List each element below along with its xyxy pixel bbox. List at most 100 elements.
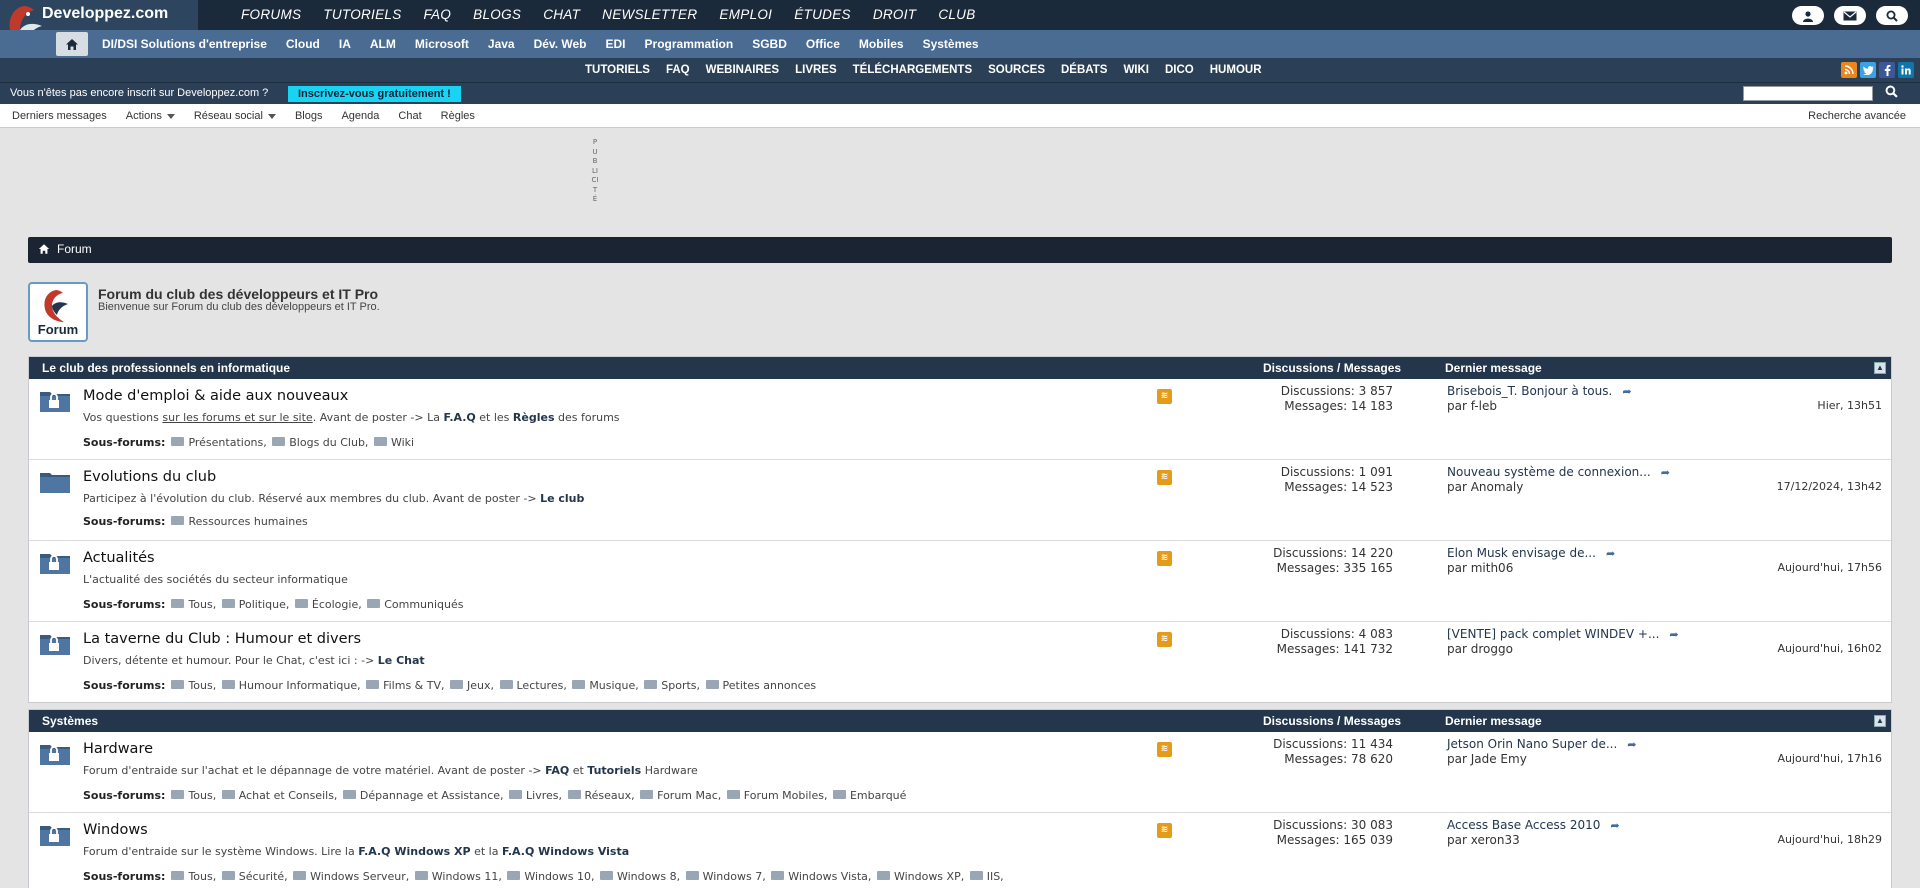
facebook-icon[interactable] (1879, 62, 1895, 78)
rss-icon[interactable]: ≋ (1157, 389, 1172, 404)
toolbar-rules[interactable]: Règles (441, 104, 475, 128)
subforum-link[interactable]: Réseaux, (567, 789, 635, 802)
subforum-link[interactable]: Communiqués (367, 598, 464, 611)
nav-faq[interactable]: FAQ (424, 0, 452, 30)
forum-title[interactable]: La taverne du Club : Humour et divers (83, 631, 361, 647)
subforum-link[interactable]: Sécurité, (221, 870, 288, 883)
subforum-link[interactable]: Tous, (171, 679, 216, 692)
nav-forums[interactable]: FORUMS (241, 0, 301, 30)
subforum-link[interactable]: Windows 8, (599, 870, 680, 883)
nav-newsletter[interactable]: NEWSLETTER (602, 0, 697, 30)
subnav-programmation[interactable]: Programmation (645, 30, 734, 58)
subforum-link[interactable]: Wiki (373, 436, 414, 449)
thirdnav-debats[interactable]: DÉBATS (1061, 58, 1107, 82)
subnav-alm[interactable]: ALM (370, 30, 396, 58)
subforum-link[interactable]: Windows 7, (685, 870, 766, 883)
subforum-link[interactable]: Lectures, (499, 679, 567, 692)
thirdnav-livres[interactable]: LIVRES (795, 58, 837, 82)
thirdnav-humour[interactable]: HUMOUR (1210, 58, 1262, 82)
subforum-link[interactable]: Tous, (171, 789, 216, 802)
thirdnav-sources[interactable]: SOURCES (988, 58, 1045, 82)
last-message-author[interactable]: par xeron33 (1447, 833, 1520, 847)
toolbar-actions[interactable]: Actions (126, 104, 175, 128)
thirdnav-dico[interactable]: DICO (1165, 58, 1194, 82)
subforum-link[interactable]: Forum Mobiles, (726, 789, 827, 802)
last-message-author[interactable]: par f-leb (1447, 399, 1497, 413)
subforum-link[interactable]: Jeux, (450, 679, 494, 692)
faq-link[interactable]: FAQ (545, 764, 569, 777)
toolbar-agenda[interactable]: Agenda (341, 104, 379, 128)
subforum-link[interactable]: Tous, (171, 870, 216, 883)
toolbar-social[interactable]: Réseau social (194, 104, 276, 128)
last-message-link[interactable]: Brisebois_T. Bonjour à tous. ➦ (1447, 384, 1632, 398)
subforum-link[interactable]: Windows Serveur, (293, 870, 409, 883)
rss-icon[interactable]: ≋ (1157, 823, 1172, 838)
subforum-link[interactable]: Tous, (171, 598, 216, 611)
chat-link[interactable]: Le Chat (378, 654, 425, 667)
subforum-link[interactable]: Achat et Conseils, (221, 789, 337, 802)
rss-icon[interactable] (1841, 62, 1857, 78)
last-message-link[interactable]: Nouveau système de connexion... ➦ (1447, 465, 1670, 479)
subforum-link[interactable]: Windows XP, (876, 870, 964, 883)
user-icon[interactable] (1792, 6, 1824, 25)
rss-icon[interactable]: ≋ (1157, 470, 1172, 485)
nav-club[interactable]: CLUB (938, 0, 975, 30)
subforum-link[interactable]: Forum Mac, (640, 789, 721, 802)
thirdnav-webinaires[interactable]: WEBINAIRES (706, 58, 779, 82)
subnav-sgbd[interactable]: SGBD (752, 30, 787, 58)
last-message-author[interactable]: par mith06 (1447, 561, 1513, 575)
subforum-link[interactable]: Politique, (221, 598, 289, 611)
subnav-edi[interactable]: EDI (606, 30, 626, 58)
forum-title[interactable]: Mode d'emploi & aide aux nouveaux (83, 388, 348, 404)
category-name[interactable]: Systèmes (42, 714, 98, 728)
collapse-icon[interactable]: ▲ (1874, 715, 1886, 727)
last-message-link[interactable]: Elon Musk envisage de... ➦ (1447, 546, 1615, 560)
subnav-office[interactable]: Office (806, 30, 840, 58)
last-message-author[interactable]: par droggo (1447, 642, 1513, 656)
subforum-link[interactable]: Écologie, (294, 598, 362, 611)
subforum-link[interactable]: Windows 11, (414, 870, 502, 883)
subnav-ia[interactable]: IA (339, 30, 351, 58)
subforum-link[interactable]: IIS, (969, 870, 1004, 883)
rss-icon[interactable]: ≋ (1157, 742, 1172, 757)
subnav-dsi[interactable]: DI/DSI Solutions d'entreprise (102, 30, 267, 58)
search-icon[interactable] (1876, 6, 1908, 25)
subforum-link[interactable]: Humour Informatique, (221, 679, 361, 692)
search-input[interactable] (1743, 86, 1873, 101)
rss-icon[interactable]: ≋ (1157, 551, 1172, 566)
toolbar-blogs[interactable]: Blogs (295, 104, 323, 128)
faq-vista-link[interactable]: F.A.Q Windows Vista (502, 845, 629, 858)
subforum-link[interactable]: Films & TV, (366, 679, 445, 692)
last-message-link[interactable]: Jetson Orin Nano Super de... ➦ (1447, 737, 1637, 751)
rules-link[interactable]: Règles (513, 411, 555, 424)
thirdnav-wiki[interactable]: WIKI (1123, 58, 1149, 82)
desc-link[interactable]: sur les forums et sur le site (162, 411, 312, 424)
forum-title[interactable]: Windows (83, 822, 148, 838)
site-name[interactable]: Developpez.com (42, 5, 168, 23)
tutorials-link[interactable]: Tutoriels (587, 764, 641, 777)
subforum-link[interactable]: Petites annonces (705, 679, 816, 692)
subforum-link[interactable]: Musique, (572, 679, 639, 692)
nav-droit[interactable]: DROIT (873, 0, 917, 30)
club-link[interactable]: Le club (540, 492, 584, 505)
subforum-link[interactable]: Ressources humaines (171, 515, 308, 528)
twitter-icon[interactable] (1860, 62, 1876, 78)
subnav-devweb[interactable]: Dév. Web (534, 30, 587, 58)
subnav-mobiles[interactable]: Mobiles (859, 30, 904, 58)
toolbar-latest-messages[interactable]: Derniers messages (12, 104, 107, 128)
last-message-author[interactable]: par Jade Emy (1447, 752, 1527, 766)
nav-blogs[interactable]: BLOGS (473, 0, 521, 30)
nav-chat[interactable]: CHAT (543, 0, 580, 30)
home-icon[interactable] (38, 243, 50, 258)
linkedin-icon[interactable] (1898, 62, 1914, 78)
subnav-java[interactable]: Java (488, 30, 515, 58)
nav-emploi[interactable]: EMPLOI (719, 0, 772, 30)
subforum-link[interactable]: Windows 10, (507, 870, 594, 883)
home-button[interactable] (56, 32, 88, 56)
mail-icon[interactable] (1834, 6, 1866, 25)
last-message-link[interactable]: Access Base Access 2010 ➦ (1447, 818, 1620, 832)
register-button[interactable]: Inscrivez-vous gratuitement ! (288, 86, 461, 102)
subnav-systemes[interactable]: Systèmes (923, 30, 979, 58)
last-message-link[interactable]: [VENTE] pack complet WINDEV +... ➦ (1447, 627, 1679, 641)
subforum-link[interactable]: Présentations, (171, 436, 267, 449)
